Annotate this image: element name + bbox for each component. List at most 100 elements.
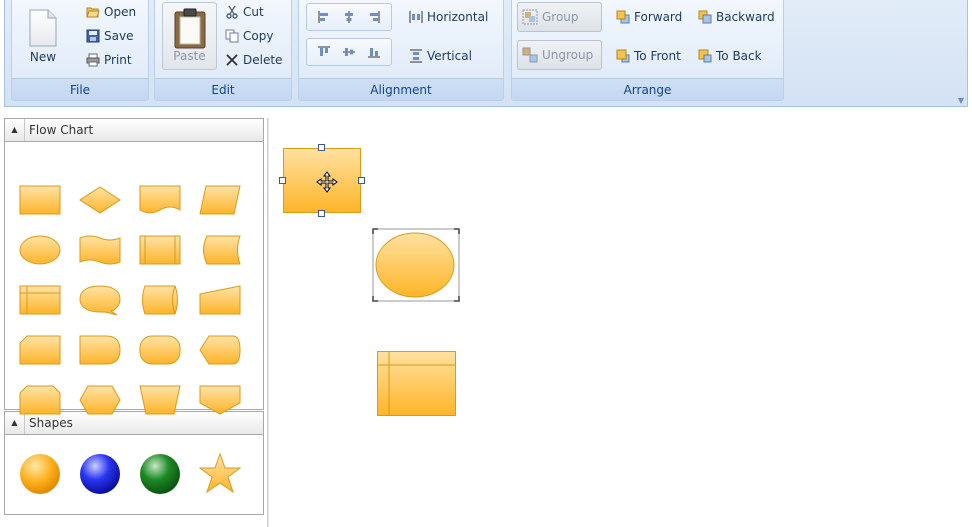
ungroup-label: Ungroup (542, 48, 594, 62)
scissors-icon (226, 5, 238, 19)
delete-button[interactable]: Delete (225, 53, 282, 67)
canvas-ellipse-shape[interactable] (372, 228, 460, 302)
display-shape[interactable] (199, 334, 241, 366)
shapes-title: Shapes (29, 416, 73, 430)
backward-label: Backward (716, 10, 775, 24)
ungroup-icon (522, 47, 538, 63)
align-left-icon[interactable] (317, 10, 331, 24)
floppy-disk-icon (86, 29, 100, 43)
distribute-vertical-icon (410, 49, 422, 63)
terminator-ellipse-shape[interactable] (19, 234, 61, 266)
align-box-bottom (306, 38, 392, 66)
align-top-icon[interactable] (317, 45, 331, 59)
canvas-internal-storage-shape[interactable] (377, 351, 457, 417)
cut-label: Cut (243, 5, 264, 19)
send-to-back-icon (698, 49, 712, 63)
save-label: Save (104, 29, 134, 43)
group-button[interactable]: Group (517, 2, 602, 32)
file-group-label: File (12, 78, 148, 100)
internal-storage-shape[interactable] (19, 284, 61, 316)
to-back-button[interactable]: To Back (698, 49, 762, 63)
card-callout-shape[interactable] (79, 284, 121, 316)
document-shape[interactable] (139, 184, 181, 216)
to-front-label: To Front (634, 49, 681, 63)
new-button-label: New (29, 50, 57, 64)
green-sphere-shape[interactable] (139, 452, 181, 496)
open-label: Open (104, 5, 137, 19)
clipboard-icon (174, 8, 205, 49)
orange-sphere-shape[interactable] (19, 452, 61, 496)
data-shape[interactable] (199, 184, 241, 216)
decision-shape[interactable] (79, 184, 121, 216)
align-center-icon[interactable] (342, 10, 356, 24)
rounded-rectangle-shape[interactable] (139, 334, 181, 366)
paste-label: Paste (173, 49, 206, 63)
align-bottom-icon[interactable] (367, 45, 381, 59)
resize-handle-left[interactable] (279, 177, 286, 184)
manual-input-shape[interactable] (199, 284, 241, 316)
align-right-icon[interactable] (367, 10, 381, 24)
backward-button[interactable]: Backward (698, 10, 775, 24)
group-label: Group (542, 10, 579, 24)
offpage-connector-shape[interactable] (199, 384, 241, 416)
bring-to-front-icon (616, 49, 630, 63)
to-front-button[interactable]: To Front (616, 49, 681, 63)
direct-data-shape[interactable] (139, 284, 181, 316)
send-backward-icon (698, 10, 712, 24)
cut-button[interactable]: Cut (225, 5, 264, 19)
print-label: Print (104, 53, 132, 67)
stored-data-shape[interactable] (199, 234, 241, 266)
collapse-triangle-icon[interactable]: ▲ (5, 119, 25, 141)
delay-shape[interactable] (79, 334, 121, 366)
alignment-group-label: Alignment (299, 78, 503, 100)
vertical-label: Vertical (427, 49, 472, 63)
copy-button[interactable]: Copy (225, 29, 273, 43)
copy-icon (225, 29, 239, 43)
blue-sphere-shape[interactable] (79, 452, 121, 496)
flow-chart-body (4, 142, 264, 415)
group-icon (522, 9, 538, 25)
flow-chart-title: Flow Chart (29, 123, 94, 137)
process-shape[interactable] (19, 184, 61, 216)
file-group: New Open Save Print File (11, 0, 149, 101)
ribbon-collapse-icon[interactable]: ▼ (958, 96, 964, 105)
distribute-horizontal-button[interactable]: Horizontal (409, 10, 488, 24)
print-button[interactable]: Print (86, 53, 132, 67)
forward-label: Forward (634, 10, 683, 24)
new-button[interactable]: New (20, 8, 66, 64)
save-button[interactable]: Save (86, 29, 133, 43)
forward-button[interactable]: Forward (616, 10, 682, 24)
diagram-canvas[interactable] (270, 112, 972, 527)
flow-chart-header[interactable]: ▲ Flow Chart (4, 118, 264, 142)
punched-tape-shape[interactable] (79, 234, 121, 266)
loop-limit-shape[interactable] (19, 384, 61, 416)
arrange-group-label: Arrange (512, 78, 783, 100)
arrange-group: Group Ungroup Forward Backward To Front … (511, 0, 784, 101)
resize-handle-bottom[interactable] (318, 210, 325, 217)
paste-button[interactable]: Paste (162, 2, 217, 70)
delete-label: Delete (243, 53, 283, 67)
align-box-top (306, 3, 392, 31)
edit-group-label: Edit (155, 78, 291, 100)
resize-handle-right[interactable] (358, 177, 365, 184)
preparation-shape[interactable] (79, 384, 121, 416)
card-shape[interactable] (19, 334, 61, 366)
move-cursor-icon (316, 171, 338, 193)
predefined-process-shape[interactable] (139, 234, 181, 266)
panel-splitter[interactable] (267, 118, 269, 527)
resize-handle-top[interactable] (318, 144, 325, 151)
ungroup-button[interactable]: Ungroup (517, 40, 602, 70)
to-back-label: To Back (716, 49, 762, 63)
shapes-body (4, 435, 264, 515)
shape-palette: ▲ Flow Chart ▲ Shapes (4, 118, 264, 515)
open-button[interactable]: Open (86, 5, 136, 19)
star-shape[interactable] (199, 452, 241, 496)
distribute-horizontal-icon (409, 11, 423, 23)
manual-operation-shape[interactable] (139, 384, 181, 416)
delete-x-icon (226, 54, 238, 66)
copy-label: Copy (243, 29, 274, 43)
ribbon: New Open Save Print File Paste Cut Copy … (4, 0, 968, 107)
distribute-vertical-button[interactable]: Vertical (409, 49, 472, 63)
align-middle-icon[interactable] (342, 45, 356, 59)
new-document-icon (29, 9, 57, 47)
